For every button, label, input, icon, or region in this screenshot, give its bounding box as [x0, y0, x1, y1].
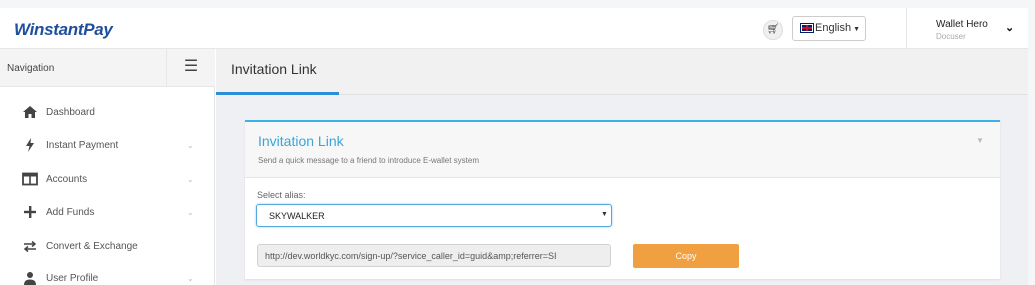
page-title-underline — [216, 92, 339, 95]
chevron-down-icon: ⌄ — [187, 175, 194, 184]
sidebar-item-label: Convert & Exchange — [46, 241, 138, 252]
sidebar-item-instant-payment[interactable]: Instant Payment ⌄ — [0, 130, 215, 162]
alias-select[interactable]: SKYWALKER ▼ — [256, 204, 612, 227]
sidebar-item-user-profile[interactable]: User Profile ⌄ — [0, 263, 215, 285]
alias-label: Select alias: — [257, 190, 306, 200]
cart-icon[interactable]: 🛒︎ — [763, 20, 783, 40]
sidebar-item-label: Instant Payment — [46, 140, 119, 151]
exchange-icon — [22, 239, 38, 253]
card-header: Invitation Link Send a quick message to … — [245, 122, 1000, 178]
brand-logo[interactable]: WinstantPay — [14, 20, 113, 40]
chevron-down-icon: ⌄ — [187, 141, 194, 150]
nav-header: Navigation ☰ — [0, 49, 215, 87]
user-role: Docuser — [936, 32, 966, 41]
hamburger-icon[interactable]: ☰ — [166, 49, 215, 87]
page-title: Invitation Link — [231, 61, 317, 77]
plus-icon — [22, 205, 38, 219]
window-frame: WinstantPay 🛒︎ English ▼ Wallet Hero Docu… — [0, 0, 1035, 285]
chevron-down-icon[interactable]: ⌄ — [1005, 21, 1014, 34]
invitation-link-value: http://dev.worldkyc.com/sign-up/?service… — [265, 251, 557, 261]
card-title: Invitation Link — [258, 133, 344, 149]
columns-icon — [22, 172, 38, 186]
language-label: English — [815, 22, 852, 34]
page-header: Invitation Link — [216, 49, 1028, 95]
invitation-link-field[interactable]: http://dev.worldkyc.com/sign-up/?service… — [257, 244, 611, 267]
chevron-down-icon: ⌄ — [187, 208, 194, 217]
nav-title: Navigation — [7, 63, 55, 74]
header-divider — [906, 8, 907, 49]
sidebar-item-add-funds[interactable]: Add Funds ⌄ — [0, 197, 215, 229]
copy-button[interactable]: Copy — [633, 244, 739, 268]
card-subtitle: Send a quick message to a friend to intr… — [258, 156, 479, 165]
sidebar-item-label: Accounts — [46, 174, 88, 185]
sidebar-item-label: Add Funds — [46, 207, 95, 218]
collapse-caret-icon[interactable]: ▼ — [976, 136, 984, 145]
chevron-down-icon: ⌄ — [187, 274, 194, 283]
alias-selected-value: SKYWALKER — [269, 211, 325, 221]
uk-flag-icon — [800, 23, 814, 34]
top-header: WinstantPay 🛒︎ English ▼ Wallet Hero Docu… — [0, 8, 1028, 49]
main-content: Invitation Link Invitation Link Send a q… — [216, 49, 1028, 285]
sidebar-item-label: Dashboard — [46, 107, 95, 118]
language-selector[interactable]: English ▼ — [792, 16, 866, 41]
sidebar-item-dashboard[interactable]: Dashboard — [0, 97, 215, 129]
user-icon — [22, 271, 38, 285]
user-name[interactable]: Wallet Hero — [936, 19, 988, 30]
home-icon — [22, 105, 38, 119]
caret-down-icon: ▼ — [853, 26, 861, 33]
app-window: WinstantPay 🛒︎ English ▼ Wallet Hero Docu… — [0, 8, 1028, 285]
bolt-icon — [22, 138, 38, 152]
sidebar-item-label: User Profile — [46, 273, 99, 284]
sidebar-item-accounts[interactable]: Accounts ⌄ — [0, 164, 215, 196]
sidebar-item-convert-exchange[interactable]: Convert & Exchange — [0, 231, 215, 263]
invitation-card: Invitation Link Send a quick message to … — [245, 120, 1000, 279]
sidebar: Navigation ☰ Dashboard Instant Payment ⌄… — [0, 49, 215, 285]
caret-down-icon: ▼ — [601, 211, 608, 218]
